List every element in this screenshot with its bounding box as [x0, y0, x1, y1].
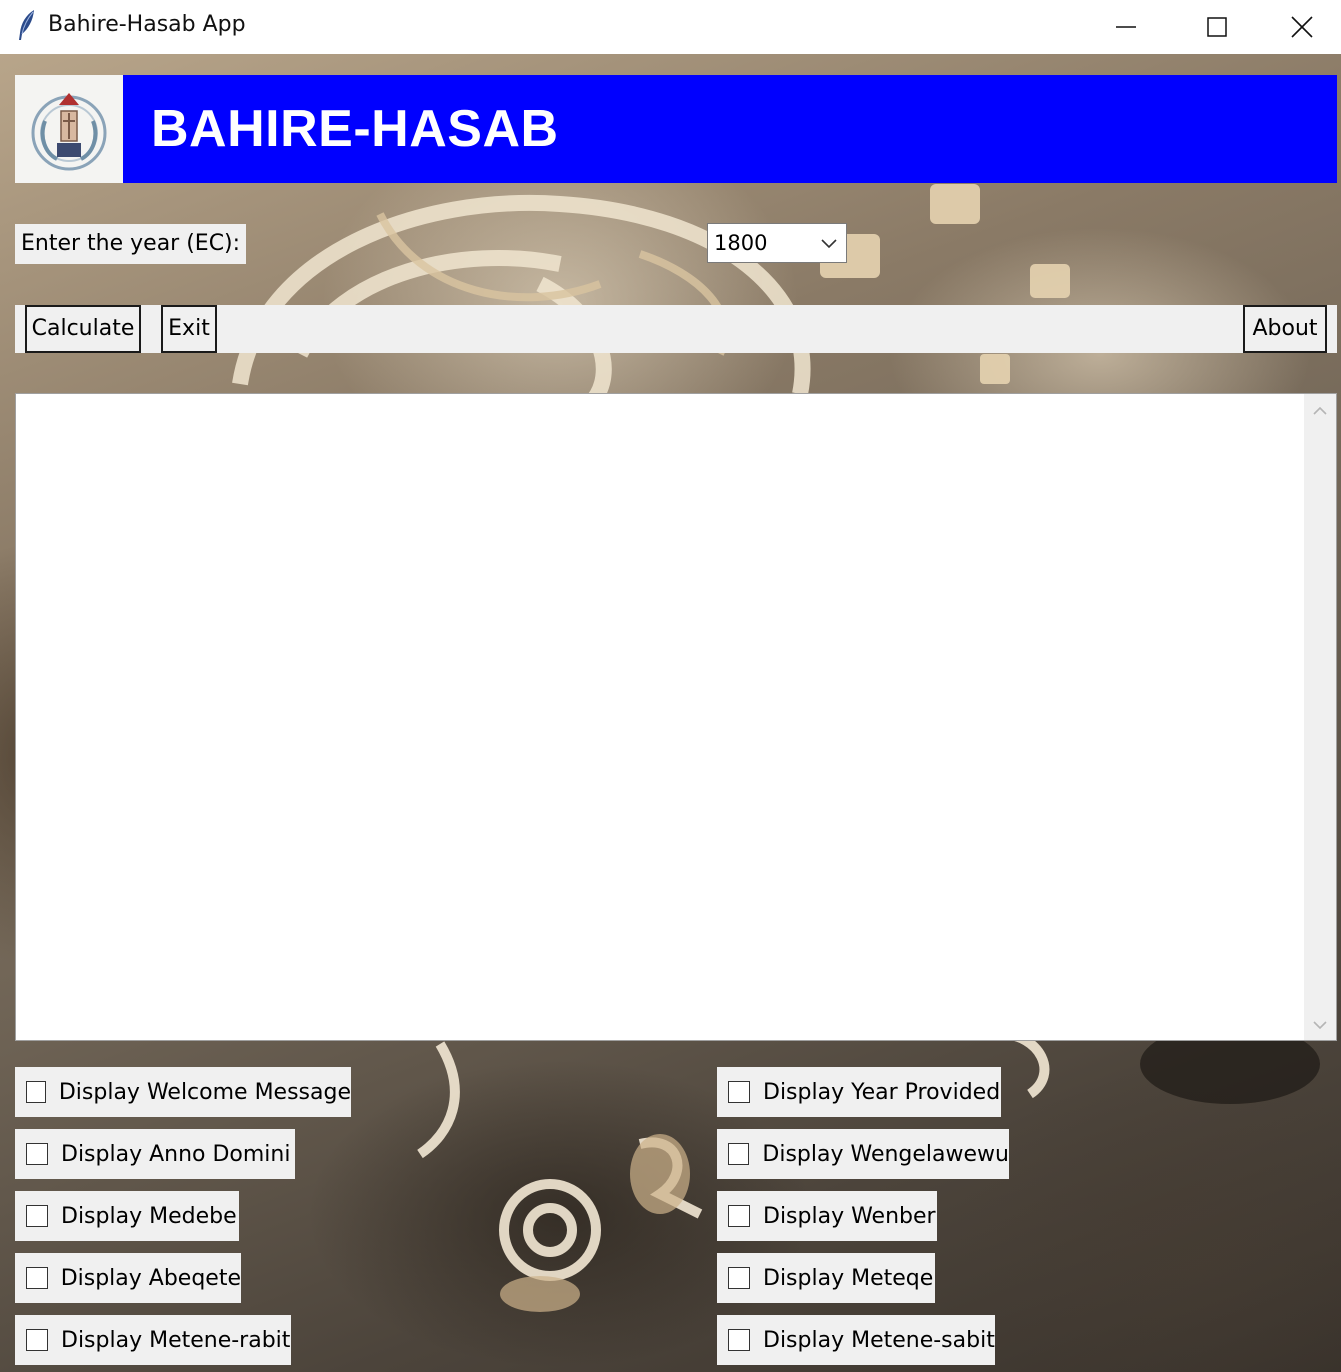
vertical-scrollbar[interactable]: [1304, 394, 1336, 1040]
checkbox-box[interactable]: [26, 1267, 48, 1289]
toolbar: Calculate Exit About: [15, 305, 1337, 353]
maximize-icon: [1207, 17, 1227, 37]
scroll-down-icon[interactable]: [1313, 1020, 1327, 1030]
calculate-button[interactable]: Calculate: [25, 305, 141, 353]
close-icon: [1291, 16, 1313, 38]
checkbox-wenber[interactable]: Display Wenber: [717, 1191, 937, 1241]
app-window-client: BAHIRE-HASAB Enter the year (EC): 1800 C…: [0, 54, 1341, 1372]
checkbox-label: Display Anno Domini: [61, 1141, 291, 1167]
checkbox-metene-sabit[interactable]: Display Metene-sabit: [717, 1315, 995, 1365]
checkbox-year-provided[interactable]: Display Year Provided: [717, 1067, 1001, 1117]
chevron-down-icon[interactable]: [820, 236, 838, 250]
checkbox-box[interactable]: [728, 1143, 750, 1165]
checkbox-label: Display Metene-rabit: [61, 1327, 291, 1353]
checkbox-box[interactable]: [728, 1329, 750, 1351]
checkbox-welcome-message[interactable]: Display Welcome Message: [15, 1067, 351, 1117]
checkbox-medebe[interactable]: Display Medebe: [15, 1191, 239, 1241]
maximize-button[interactable]: [1171, 0, 1263, 54]
checkbox-abeqete[interactable]: Display Abeqete: [15, 1253, 241, 1303]
year-label: Enter the year (EC):: [15, 224, 247, 264]
checkbox-label: Display Meteqe: [763, 1265, 934, 1291]
window-titlebar[interactable]: Bahire-Hasab App: [0, 0, 1341, 54]
checkbox-box[interactable]: [26, 1205, 48, 1227]
output-textarea[interactable]: [15, 393, 1337, 1041]
checkbox-label: Display Welcome Message: [58, 1079, 351, 1105]
checkbox-anno-domini[interactable]: Display Anno Domini: [15, 1129, 295, 1179]
checkbox-box[interactable]: [728, 1081, 750, 1103]
logo: [15, 75, 123, 183]
minimize-icon: [1116, 26, 1136, 28]
checkbox-label: Display Medebe: [61, 1203, 237, 1229]
close-button[interactable]: [1263, 0, 1341, 54]
checkbox-box[interactable]: [26, 1329, 48, 1351]
checkbox-box[interactable]: [26, 1143, 48, 1165]
checkbox-wengelawewu[interactable]: Display Wengelawewu: [717, 1129, 1009, 1179]
feather-icon: [16, 9, 38, 41]
about-button[interactable]: About: [1243, 305, 1327, 353]
window-title: Bahire-Hasab App: [48, 12, 246, 37]
checkbox-box[interactable]: [728, 1205, 750, 1227]
checkbox-meteqe[interactable]: Display Meteqe: [717, 1253, 935, 1303]
exit-button[interactable]: Exit: [161, 305, 217, 353]
checkbox-label: Display Year Provided: [763, 1079, 1001, 1105]
year-combobox[interactable]: 1800: [707, 223, 847, 263]
emblem-icon: [31, 93, 107, 171]
app-header-banner: BAHIRE-HASAB: [15, 75, 1337, 183]
checkbox-label: Display Wengelawewu: [762, 1141, 1009, 1167]
app-brand-title: BAHIRE-HASAB: [151, 100, 559, 158]
checkbox-box[interactable]: [26, 1081, 46, 1103]
minimize-button[interactable]: [1080, 0, 1172, 54]
checkbox-metene-rabit[interactable]: Display Metene-rabit: [15, 1315, 291, 1365]
year-combobox-value: 1800: [714, 231, 768, 255]
checkbox-label: Display Metene-sabit: [763, 1327, 995, 1353]
scroll-up-icon[interactable]: [1313, 406, 1327, 416]
checkbox-label: Display Wenber: [763, 1203, 936, 1229]
checkbox-box[interactable]: [728, 1267, 750, 1289]
checkbox-label: Display Abeqete: [60, 1265, 241, 1291]
